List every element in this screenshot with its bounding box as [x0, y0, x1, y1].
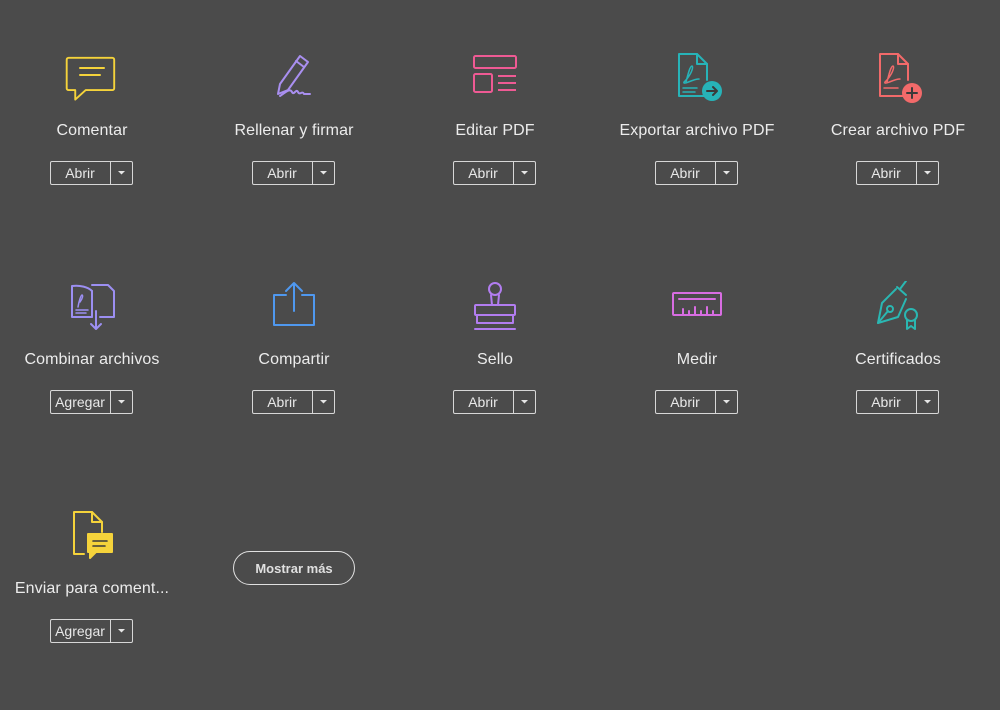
tool-compartir: Compartir Abrir [194, 281, 394, 481]
dropdown-button[interactable] [716, 391, 737, 413]
tool-label: Crear archivo PDF [830, 122, 966, 139]
tool-label: Editar PDF [455, 122, 535, 139]
tool-combinar-archivos: Combinar archivos Agregar [0, 281, 192, 481]
tool-label: Certificados [855, 351, 941, 368]
tool-exportar-archivo-pdf: Exportar archivo PDF Abrir [597, 52, 797, 252]
add-button[interactable]: Agregar [51, 620, 111, 642]
fill-sign-icon[interactable] [266, 52, 322, 108]
chevron-down-icon [520, 400, 528, 404]
split-button: Abrir [654, 161, 738, 185]
split-button: Abrir [251, 390, 335, 414]
dropdown-button[interactable] [716, 162, 737, 184]
certificates-icon[interactable] [870, 281, 926, 337]
open-button[interactable]: Abrir [253, 162, 313, 184]
split-button: Agregar [49, 390, 133, 414]
dropdown-button[interactable] [313, 162, 334, 184]
dropdown-button[interactable] [111, 391, 132, 413]
add-button[interactable]: Agregar [51, 391, 111, 413]
chevron-down-icon [319, 400, 327, 404]
chevron-down-icon [319, 171, 327, 175]
chevron-down-icon [117, 400, 125, 404]
chevron-down-icon [722, 171, 730, 175]
measure-icon[interactable] [669, 281, 725, 337]
chevron-down-icon [722, 400, 730, 404]
open-button[interactable]: Abrir [656, 162, 716, 184]
tool-label: Combinar archivos [24, 351, 160, 368]
tool-label: Sello [476, 351, 514, 368]
dropdown-button[interactable] [111, 162, 132, 184]
split-button: Abrir [452, 161, 536, 185]
tool-rellenar-y-firmar: Rellenar y firmar Abrir [194, 52, 394, 252]
open-button[interactable]: Abrir [253, 391, 313, 413]
tool-crear-archivo-pdf: Crear archivo PDF Abrir [798, 52, 998, 252]
stamp-icon[interactable] [467, 281, 523, 337]
tool-label: Comentar [56, 122, 128, 139]
dropdown-button[interactable] [313, 391, 334, 413]
dropdown-button[interactable] [111, 620, 132, 642]
create-pdf-icon[interactable] [870, 52, 926, 108]
tool-label: Medir [676, 351, 718, 368]
send-for-comments-icon[interactable] [64, 510, 120, 566]
chevron-down-icon [117, 171, 125, 175]
open-button[interactable]: Abrir [454, 391, 514, 413]
show-more-button[interactable]: Mostrar más [233, 551, 355, 585]
chevron-down-icon [117, 629, 125, 633]
share-icon[interactable] [266, 281, 322, 337]
tool-enviar-para-comentarios: Enviar para coment... Agregar [0, 510, 192, 710]
comment-icon[interactable] [64, 52, 120, 108]
export-pdf-icon[interactable] [669, 52, 725, 108]
split-button: Abrir [49, 161, 133, 185]
open-button[interactable]: Abrir [454, 162, 514, 184]
split-button: Abrir [855, 161, 939, 185]
tool-label: Enviar para coment... [14, 580, 170, 597]
split-button: Agregar [49, 619, 133, 643]
open-button[interactable]: Abrir [857, 391, 917, 413]
open-button[interactable]: Abrir [51, 162, 111, 184]
open-button[interactable]: Abrir [857, 162, 917, 184]
split-button: Abrir [654, 390, 738, 414]
open-button[interactable]: Abrir [656, 391, 716, 413]
chevron-down-icon [923, 400, 931, 404]
tool-comentar: Comentar Abrir [0, 52, 192, 252]
split-button: Abrir [855, 390, 939, 414]
dropdown-button[interactable] [917, 391, 938, 413]
split-button: Abrir [452, 390, 536, 414]
tool-certificados: Certificados Abrir [798, 281, 998, 481]
edit-pdf-icon[interactable] [467, 52, 523, 108]
tool-medir: Medir Abrir [597, 281, 797, 481]
tool-label: Rellenar y firmar [234, 122, 354, 139]
dropdown-button[interactable] [917, 162, 938, 184]
tool-label: Compartir [258, 351, 330, 368]
tool-sello: Sello Abrir [395, 281, 595, 481]
dropdown-button[interactable] [514, 391, 535, 413]
tool-label: Exportar archivo PDF [619, 122, 775, 139]
chevron-down-icon [923, 171, 931, 175]
tool-editar-pdf: Editar PDF Abrir [395, 52, 595, 252]
chevron-down-icon [520, 171, 528, 175]
combine-files-icon[interactable] [64, 281, 120, 337]
dropdown-button[interactable] [514, 162, 535, 184]
split-button: Abrir [251, 161, 335, 185]
